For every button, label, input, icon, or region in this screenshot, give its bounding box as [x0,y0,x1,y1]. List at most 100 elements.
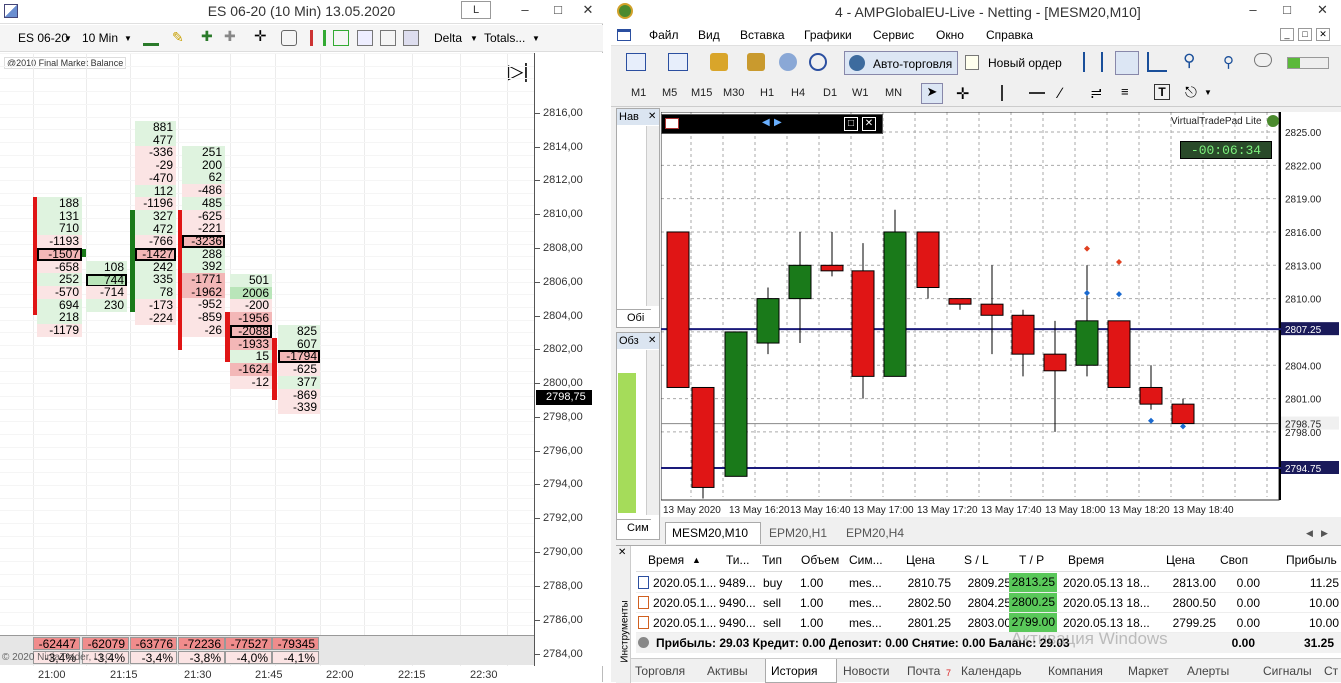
data-box-icon[interactable] [333,30,349,46]
tab-1[interactable]: Активы [707,664,748,678]
table-row[interactable]: 2020.05.1... 9490... sell 1.00 mes... 2801.25… [636,613,1341,633]
tab-5[interactable]: Календарь [961,664,1022,678]
menu-file[interactable]: Файл [649,28,679,42]
tradepad-prev-icon[interactable]: ◀ [762,117,770,128]
zoom-icon[interactable] [281,30,297,46]
timeframe-m30[interactable]: M30 [723,87,744,99]
strategy-icon[interactable]: ✚ [224,28,240,44]
footprint-chart[interactable]: @2010 Final Market Balance ▷| 188 131 710-… [0,53,534,666]
column-header[interactable]: Время [648,553,684,567]
column-header[interactable]: Объем [801,553,839,567]
chat-icon[interactable] [1254,53,1272,67]
window-left-button[interactable]: L [461,1,491,19]
shapes-dropdown-icon[interactable]: ▼ [1204,88,1212,97]
delta-dropdown-icon[interactable]: ▼ [470,34,478,43]
timeframe-m1[interactable]: M1 [631,87,646,99]
chart-image-icon[interactable] [357,30,373,46]
column-header[interactable]: Время [1068,553,1104,567]
period-selector[interactable]: 10 Min [82,31,118,45]
column-header[interactable]: Цена [906,553,935,567]
template-icon[interactable] [403,30,419,46]
tab-6[interactable]: Компания [1048,664,1103,678]
market-watch-list[interactable] [618,373,636,513]
tab-10[interactable]: Ст [1324,664,1338,678]
menu-charts[interactable]: Графики [804,28,852,42]
menu-view[interactable]: Вид [698,28,720,42]
table-row[interactable]: 2020.05.1... 9490... sell 1.00 mes... 2802.50… [636,593,1341,613]
scroll-left-icon[interactable]: ◀ [1306,528,1313,539]
market-watch-scrollbar[interactable] [646,350,659,515]
crosshair-icon[interactable]: ✛ [956,84,969,104]
tradepad-close-button[interactable]: ✕ [862,117,876,131]
navigator-tab[interactable]: Обі [617,309,651,327]
chart-tab-epm20-h4[interactable]: EPM20,H4 [846,526,904,540]
menu-insert[interactable]: Вставка [740,28,785,42]
tradepad-restore-button[interactable]: □ [844,117,858,131]
fibonacci-icon[interactable]: ≡ [1121,84,1129,99]
profiles-icon[interactable] [668,53,688,71]
data-window-icon[interactable] [747,53,765,71]
market-watch-close-icon[interactable]: ✕ [648,333,656,349]
shapes-icon[interactable]: ⎋ [1185,84,1197,101]
child-restore-button[interactable]: □ [1298,28,1312,41]
timeframe-m5[interactable]: M5 [662,87,677,99]
timeframe-d1[interactable]: D1 [823,87,837,99]
maximize-button[interactable]: □ [543,0,573,21]
tradepad-next-icon[interactable]: ▶ [774,117,782,128]
channel-icon[interactable]: ≓ [1090,84,1103,102]
market-watch-icon[interactable] [710,53,728,71]
menu-help[interactable]: Справка [986,28,1033,42]
totals-dropdown-icon[interactable]: ▼ [532,34,540,43]
chart-tab-mesm20[interactable]: MESM20,M10 [672,526,748,540]
signals-icon[interactable] [809,53,827,71]
minimize-button[interactable]: – [510,0,540,21]
delta-menu[interactable]: Delta [434,31,462,45]
tab-3[interactable]: Новости [843,664,889,678]
instrument-selector[interactable]: ES 06-20 [18,31,68,45]
trendline-icon[interactable]: ∕ [1059,85,1062,102]
crosshair-icon[interactable]: ✛ [254,27,270,45]
instrument-dropdown-icon[interactable]: ▼ [64,34,72,43]
menu-tools[interactable]: Сервис [873,28,914,42]
timeframe-h4[interactable]: H4 [791,87,805,99]
tab-0[interactable]: Торговля [635,664,685,678]
column-header[interactable]: Прибыль [1286,553,1337,567]
child-close-button[interactable]: ✕ [1316,28,1330,41]
timeframe-m15[interactable]: M15 [691,87,712,99]
maximize-button[interactable]: □ [1270,0,1304,21]
search-icon[interactable]: ⚲ [1223,53,1234,71]
new-order-button[interactable]: Новый ордер [961,51,1067,75]
chart-tab-epm20-h1[interactable]: EPM20,H1 [769,526,827,540]
scroll-right-icon[interactable]: ▶ [1321,528,1328,539]
candles-icon[interactable] [1115,51,1139,75]
tab-7[interactable]: Маркет [1128,664,1169,678]
cursor-icon[interactable]: ➤ [921,83,943,104]
properties-icon[interactable] [380,30,396,46]
chart-trader-icon[interactable] [310,30,326,46]
child-minimize-button[interactable]: _ [1280,28,1294,41]
virtual-tradepad-bar[interactable]: ◀ ▶ □ ✕ [661,114,883,134]
zoom-in-icon[interactable]: ⚲ [1183,51,1195,71]
tab-2[interactable]: История [771,664,818,678]
bar-type-icon[interactable] [143,30,159,46]
column-header[interactable]: Тип [762,553,782,567]
horizontal-line-icon[interactable] [1029,92,1045,94]
menu-window[interactable]: Окно [936,28,964,42]
totals-menu[interactable]: Totals... [484,31,525,45]
timeframe-h1[interactable]: H1 [760,87,774,99]
column-header[interactable]: Своп [1220,553,1248,567]
autotrading-button[interactable]: Авто-торговля [844,51,958,75]
vertical-line-icon[interactable] [1001,85,1003,101]
drawing-tool-icon[interactable]: ✎ [172,29,188,45]
column-header[interactable]: Сим... [849,553,883,567]
tab-4[interactable]: Почта [907,664,940,678]
text-icon[interactable]: T [1154,84,1170,100]
period-dropdown-icon[interactable]: ▼ [124,34,132,43]
market-watch-tab[interactable]: Сим [617,519,651,537]
terminal-close-icon[interactable]: ✕ [618,547,626,558]
close-button[interactable]: ✕ [573,0,603,21]
column-header[interactable]: Цена [1166,553,1195,567]
column-header[interactable]: Ти... [726,553,750,567]
tab-9[interactable]: Сигналы [1263,664,1312,678]
tab-8[interactable]: Алерты [1187,664,1229,678]
